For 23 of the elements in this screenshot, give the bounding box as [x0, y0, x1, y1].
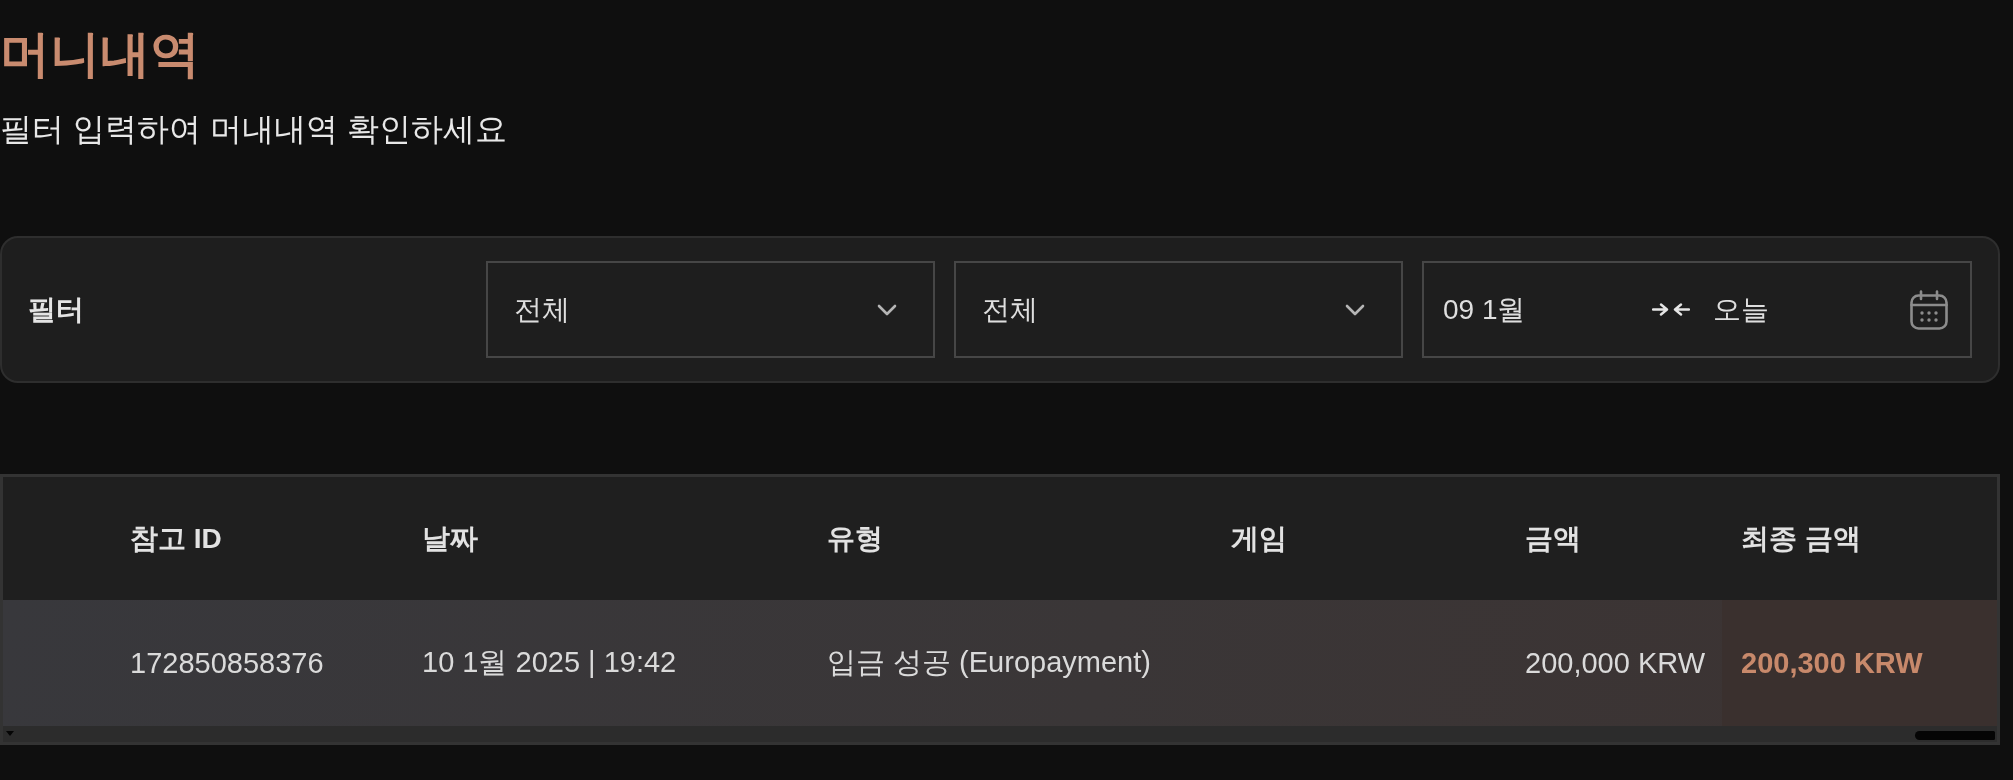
table-cell: 200,300 KRW [1722, 600, 1997, 726]
page-subtitle: 필터 입력하여 머내내역 확인하세요 [0, 110, 508, 149]
column-header: 금액 [1525, 521, 1582, 556]
column-header: 게임 [1231, 521, 1288, 556]
column-header: 최종 금액 [1740, 521, 1862, 556]
table-cell-text: 200,000 KRW [1525, 645, 1707, 681]
chevron-down-icon [1345, 303, 1365, 316]
filter-label: 필터 [28, 292, 84, 327]
dropdown-select[interactable]: 전체 [954, 261, 1403, 358]
table-cell-text: 입금 성공 (Europayment) [827, 645, 1152, 680]
chevron-down-icon [877, 303, 897, 316]
column-header: 날짜 [422, 521, 479, 556]
table-cell-text: 10 1월 2025 | 19:42 [422, 645, 678, 680]
calendar-icon[interactable] [1910, 289, 1948, 330]
column-header: 참고 ID [130, 521, 223, 556]
scrollbar-thumb[interactable] [1915, 731, 1995, 740]
page-title: 머니내역 [0, 25, 201, 84]
date-range-field[interactable]: 09 1월 오늘 [1422, 261, 1972, 358]
dropdown-select[interactable]: 전체 [486, 261, 935, 358]
arrows-inward-icon [1652, 303, 1690, 316]
column-header: 유형 [827, 521, 884, 556]
scroll-left-arrow-icon[interactable] [6, 731, 14, 736]
table-cell-text: 172850858376 [130, 645, 325, 681]
